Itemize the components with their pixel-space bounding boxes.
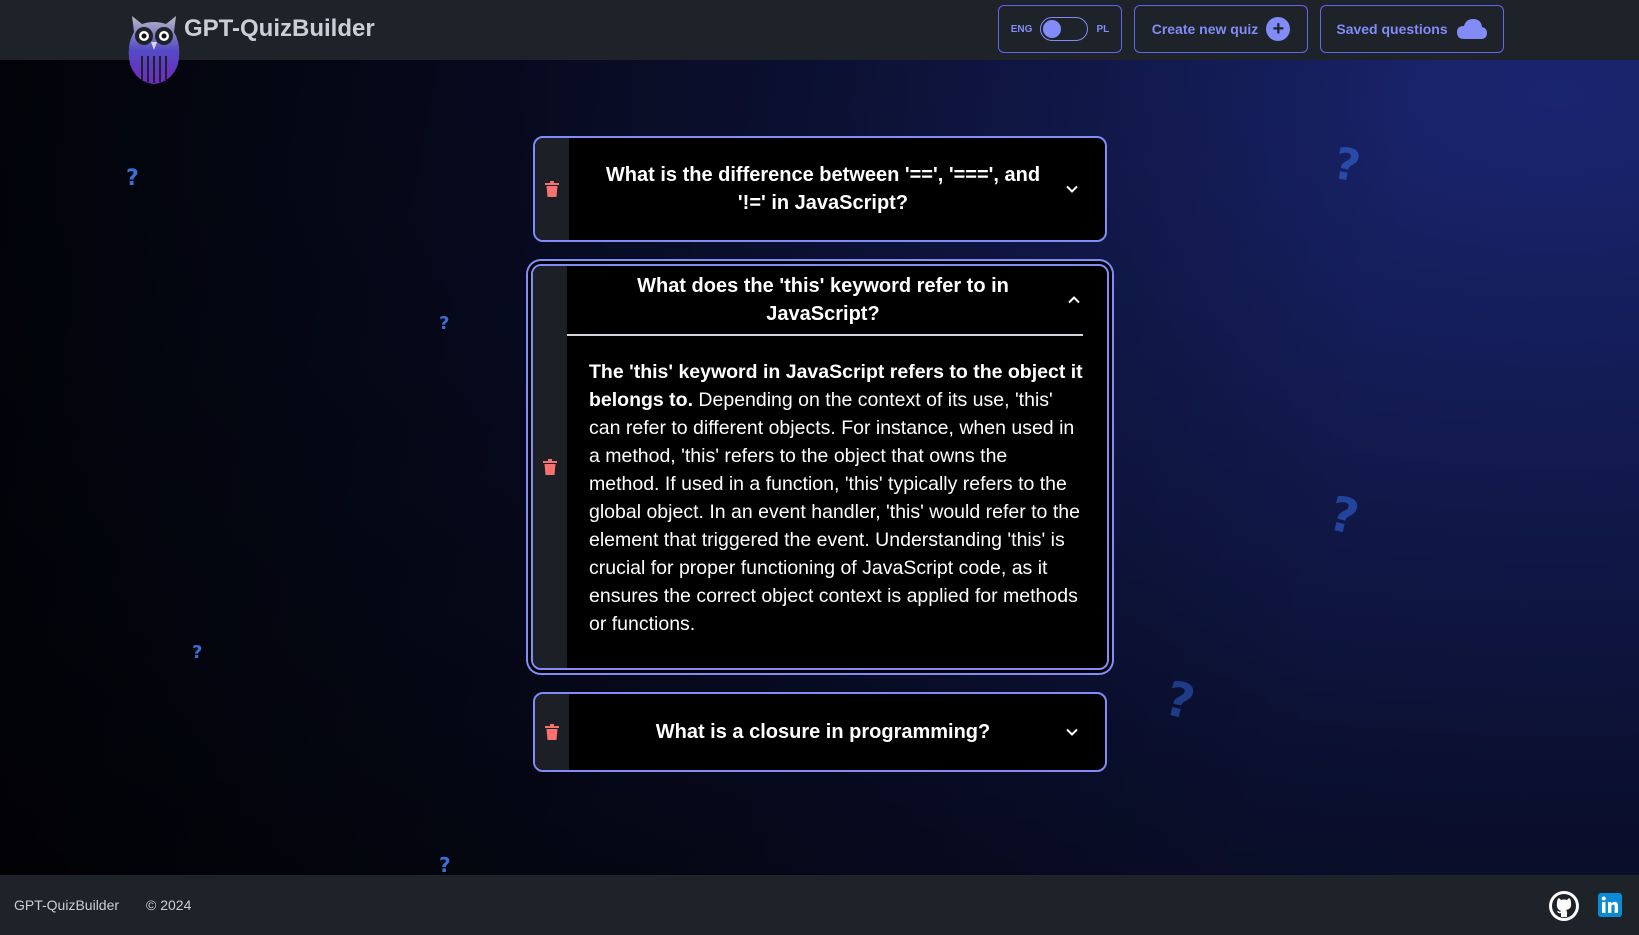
lang-label-pl: PL [1096,23,1110,35]
question-card: What is a closure in programming? [533,692,1107,772]
trash-icon [543,459,557,475]
question-card-expanded: What does the 'this' keyword refer to in… [531,264,1109,670]
saved-questions-button[interactable]: Saved questions [1320,5,1504,53]
saved-questions-label: Saved questions [1336,21,1448,37]
question-header[interactable]: What does the 'this' keyword refer to in… [567,266,1107,334]
delete-question-button[interactable] [535,138,569,240]
language-switch[interactable] [1040,17,1089,41]
chevron-up-icon[interactable] [1067,293,1081,307]
chevron-down-icon[interactable] [1065,182,1079,196]
github-icon[interactable] [1548,890,1580,922]
owl-logo-icon[interactable] [124,12,184,86]
question-text: What is the difference between '==', '==… [605,164,1041,214]
question-text: What does the 'this' keyword refer to in… [637,275,1009,325]
create-new-quiz-label: Create new quiz [1151,21,1259,37]
delete-question-button[interactable] [533,266,567,668]
create-new-quiz-button[interactable]: Create new quiz + [1134,5,1308,53]
trash-icon [545,181,559,197]
cloud-icon [1456,19,1487,39]
language-toggle[interactable]: ENG PL [998,5,1122,53]
plus-circle-icon: + [1266,17,1291,41]
decor-question-mark: ? [1323,485,1365,547]
trash-icon [545,724,559,740]
question-header[interactable]: What is the difference between '==', '==… [569,138,1105,240]
decor-question-mark: ? [192,642,203,663]
question-content: What does the 'this' keyword refer to in… [567,266,1107,668]
decor-question-mark: ? [1159,670,1201,732]
footer-copyright: © 2024 [146,897,192,913]
decor-question-mark: ? [1328,137,1365,194]
app-title[interactable]: GPT-QuizBuilder [184,15,375,43]
question-header[interactable]: What is a closure in programming? [569,694,1105,770]
question-card: What is the difference between '==', '==… [533,136,1107,242]
linkedin-icon[interactable] [1598,893,1622,917]
decor-question-mark: ? [126,166,139,191]
lang-label-eng: ENG [1010,23,1033,35]
footer: GPT-QuizBuilder © 2024 [0,875,1639,935]
delete-question-button[interactable] [535,694,569,770]
question-text: What is a closure in programming? [655,721,991,743]
decor-question-mark: ? [439,313,450,334]
chevron-down-icon[interactable] [1065,725,1079,739]
top-navbar: GPT-QuizBuilder ENG PL Create new quiz +… [0,0,1639,84]
footer-brand: GPT-QuizBuilder [14,897,120,913]
decor-question-mark: ? [439,853,451,877]
answer-text: The 'this' keyword in JavaScript refers … [567,336,1107,638]
answer-details: Depending on the context of its use, 'th… [589,388,1080,635]
